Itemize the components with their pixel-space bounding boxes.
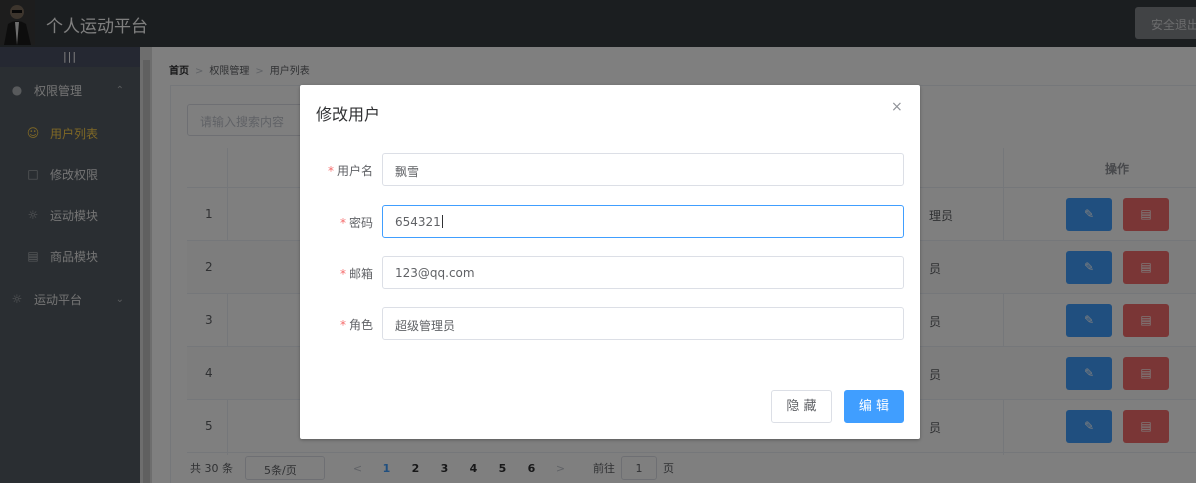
dialog-title: 修改用户 [316, 105, 381, 124]
email-field[interactable]: 123@qq.com [382, 256, 904, 289]
form-row-role: * 角色 超级管理员 [300, 307, 920, 340]
hide-button[interactable]: 隐 藏 [771, 390, 832, 423]
edit-user-dialog: 修改用户 × * 用户名 飘雪 * 密码 654321 * 邮箱 123@qq.com… [300, 85, 920, 439]
password-field[interactable]: 654321 [382, 205, 904, 238]
username-field[interactable]: 飘雪 [382, 153, 904, 186]
role-field[interactable]: 超级管理员 [382, 307, 904, 340]
edit-confirm-button[interactable]: 编 辑 [844, 390, 904, 423]
form-row-email: * 邮箱 123@qq.com [300, 256, 920, 289]
form-row-password: * 密码 654321 [300, 205, 920, 238]
field-label: * 邮箱 [339, 267, 373, 281]
form-row-username: * 用户名 飘雪 [300, 153, 920, 186]
field-label: * 密码 [339, 216, 373, 230]
close-icon[interactable]: × [891, 99, 903, 115]
field-label: * 用户名 [327, 164, 373, 178]
field-label: * 角色 [339, 318, 373, 332]
text-caret [441, 215, 443, 228]
